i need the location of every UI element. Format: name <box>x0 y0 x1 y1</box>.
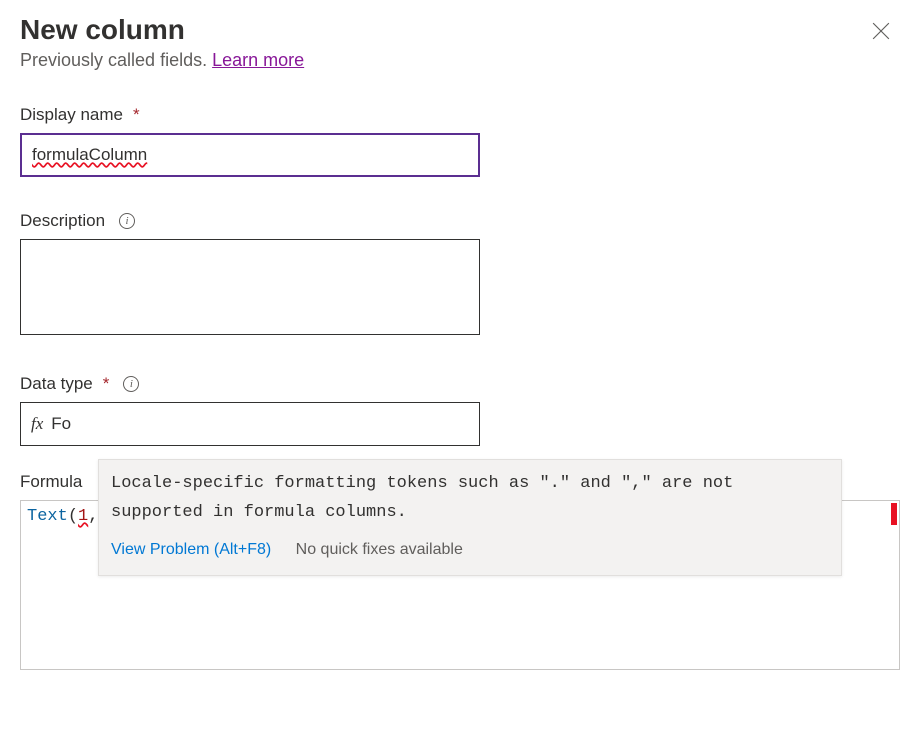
formula-label-text: Formula <box>20 472 82 492</box>
error-tooltip: Locale-specific formatting tokens such a… <box>98 459 842 576</box>
tooltip-actions: View Problem (Alt+F8) No quick fixes ava… <box>111 536 829 563</box>
description-group: Description i <box>20 211 896 340</box>
new-column-panel: New column Previously called fields. Lea… <box>0 0 916 690</box>
no-quick-fix-text: No quick fixes available <box>296 541 463 558</box>
description-label-text: Description <box>20 211 105 231</box>
display-name-group: Display name * formulaColumn <box>20 105 896 177</box>
description-input[interactable] <box>20 239 480 335</box>
formula-arg1: 1 <box>78 507 88 526</box>
subtitle-text: Previously called fields. <box>20 50 212 70</box>
formula-comma: , <box>88 507 98 526</box>
tooltip-message: Locale-specific formatting tokens such a… <box>111 470 829 528</box>
display-name-input[interactable]: formulaColumn <box>20 133 480 177</box>
panel-title: New column <box>20 14 896 46</box>
panel-subtitle: Previously called fields. Learn more <box>20 50 896 71</box>
display-name-value: formulaColumn <box>32 145 147 165</box>
required-asterisk: * <box>133 105 140 125</box>
info-icon[interactable]: i <box>123 376 139 392</box>
data-type-label: Data type * i <box>20 374 896 394</box>
data-type-group: Data type * i fx Fo <box>20 374 896 446</box>
display-name-label-text: Display name <box>20 105 123 125</box>
display-name-label: Display name * <box>20 105 896 125</box>
formula-func: Text <box>27 507 68 526</box>
view-problem-link[interactable]: View Problem (Alt+F8) <box>111 541 271 558</box>
required-asterisk: * <box>103 374 110 394</box>
data-type-value: Fo <box>51 414 469 434</box>
learn-more-link[interactable]: Learn more <box>212 50 304 70</box>
close-icon <box>872 22 890 40</box>
formula-open-paren: ( <box>68 507 78 526</box>
error-marker <box>891 503 897 525</box>
close-button[interactable] <box>870 20 892 42</box>
fx-icon: fx <box>31 414 43 434</box>
info-icon[interactable]: i <box>119 213 135 229</box>
data-type-label-text: Data type <box>20 374 93 394</box>
data-type-select[interactable]: fx Fo <box>20 402 480 446</box>
description-label: Description i <box>20 211 896 231</box>
